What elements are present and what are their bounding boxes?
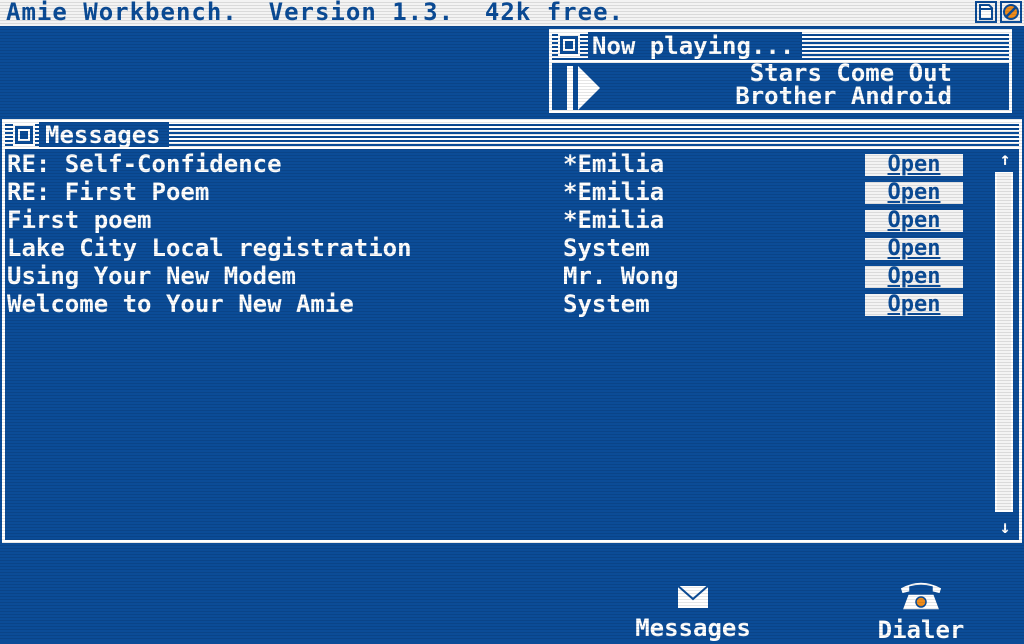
message-subject: First poem	[7, 206, 152, 234]
open-button[interactable]: Open	[865, 238, 963, 260]
play-icon-bar	[567, 66, 573, 110]
message-subject: Lake City Local registration	[7, 234, 412, 262]
open-button[interactable]: Open	[865, 182, 963, 204]
message-sender: *Emilia	[563, 150, 665, 178]
table-row: RE: First Poem *Emilia Open	[7, 178, 987, 206]
open-button[interactable]: Open	[865, 210, 963, 232]
open-button[interactable]: Open	[865, 294, 963, 316]
scrollbar[interactable]: ↑ ↓	[993, 150, 1017, 538]
message-subject: RE: First Poem	[7, 178, 210, 206]
table-row: Lake City Local registration System Open	[7, 234, 987, 262]
message-sender: *Emilia	[563, 206, 665, 234]
telephone-icon	[866, 578, 976, 616]
close-icon[interactable]	[558, 34, 580, 56]
message-subject: Using Your New Modem	[7, 262, 296, 290]
divider	[5, 147, 1019, 149]
message-sender: Mr. Wong	[563, 262, 679, 290]
document-icon[interactable]	[975, 1, 997, 23]
scroll-down-arrow-icon[interactable]: ↓	[993, 518, 1017, 538]
desktop-messages-label: Messages	[635, 614, 751, 642]
message-sender: System	[563, 234, 650, 262]
message-sender: *Emilia	[563, 178, 665, 206]
now-playing-window: Now playing... Stars Come Out Brother An…	[549, 29, 1012, 113]
message-subject: RE: Self-Confidence	[7, 150, 282, 178]
play-button[interactable]	[564, 66, 604, 110]
open-button[interactable]: Open	[865, 154, 963, 176]
open-button[interactable]: Open	[865, 266, 963, 288]
table-row: First poem *Emilia Open	[7, 206, 987, 234]
no-entry-icon[interactable]	[1000, 1, 1022, 23]
message-list: RE: Self-Confidence *Emilia Open RE: Fir…	[7, 150, 987, 318]
messages-titlebar[interactable]: Messages	[5, 122, 1019, 148]
now-playing-titlebar[interactable]: Now playing...	[552, 32, 1009, 60]
table-row: Welcome to Your New Amie System Open	[7, 290, 987, 318]
close-icon[interactable]	[13, 124, 35, 146]
envelope-icon	[613, 584, 773, 614]
scroll-up-arrow-icon[interactable]: ↑	[993, 150, 1017, 170]
desktop-dialer-icon[interactable]: Dialer	[866, 578, 976, 642]
table-row: RE: Self-Confidence *Emilia Open	[7, 150, 987, 178]
now-playing-title: Now playing...	[588, 32, 803, 60]
message-sender: System	[563, 290, 650, 318]
track-artist: Brother Android	[735, 82, 952, 110]
desktop-messages-icon[interactable]: Messages	[613, 584, 773, 640]
scroll-track[interactable]	[995, 172, 1013, 512]
messages-window: Messages RE: Self-Confidence *Emilia Ope…	[2, 119, 1022, 543]
track-info: Stars Come Out Brother Android	[652, 61, 952, 110]
message-subject: Welcome to Your New Amie	[7, 290, 354, 318]
scroll-thumb[interactable]	[997, 174, 1011, 510]
system-icons	[975, 1, 1022, 23]
table-row: Using Your New Modem Mr. Wong Open	[7, 262, 987, 290]
play-icon	[578, 66, 600, 110]
messages-title: Messages	[39, 122, 169, 148]
workbench-title: Amie Workbench. Version 1.3. 42k free.	[6, 0, 624, 26]
menu-bar: Amie Workbench. Version 1.3. 42k free.	[0, 0, 1024, 26]
